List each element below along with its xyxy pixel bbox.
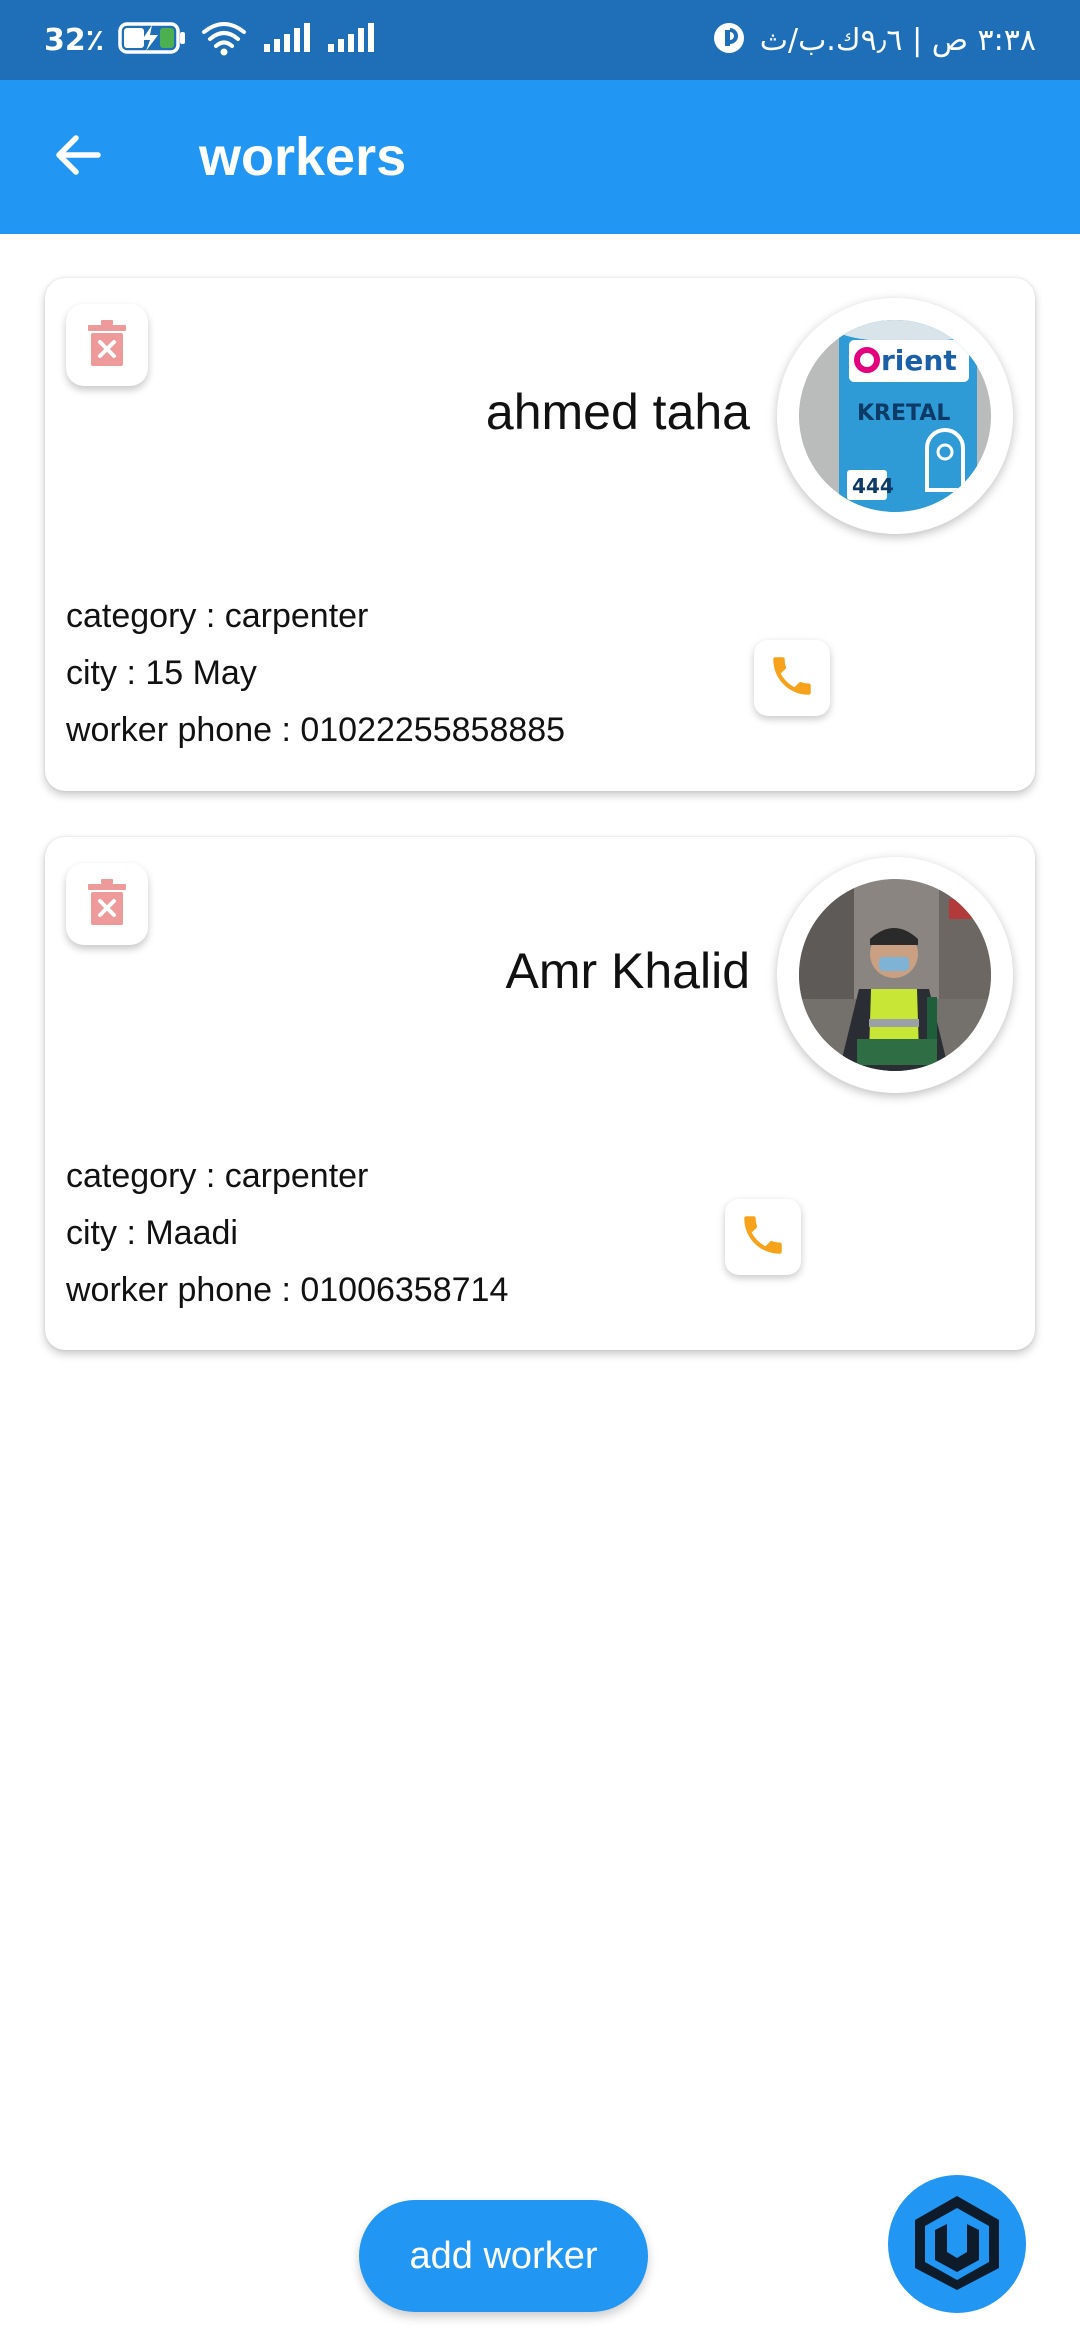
trash-icon xyxy=(87,878,127,931)
status-right: ٣:٣٨ ص | ٩٫٦ك.ب/ث xyxy=(712,0,1036,80)
worker-name: ahmed taha xyxy=(485,384,750,440)
app-bar: workers xyxy=(0,80,1080,234)
worker-info: category : carpenter city : Maadi worker… xyxy=(66,1148,508,1319)
back-button[interactable] xyxy=(44,123,112,191)
app-logo-button[interactable] xyxy=(888,2175,1026,2313)
worker-city: city : Maadi xyxy=(66,1214,238,1252)
page-title: workers xyxy=(199,127,407,187)
vpn-icon xyxy=(712,21,746,60)
worker-info: category : carpenter city : 15 May worke… xyxy=(66,588,565,759)
app-logo-icon xyxy=(905,2190,1009,2299)
avatar[interactable]: rient KRETAL 444 xyxy=(777,298,1013,534)
status-bar: 32٪ ٣:٣٨ ص | ٩٫٦ك.ب/ث xyxy=(0,0,1080,80)
battery-percent: 32٪ xyxy=(44,22,105,58)
wifi-icon xyxy=(200,20,248,61)
worker-card: ahmed taha rient KRETAL 444 category : c… xyxy=(45,278,1035,791)
worker-city: city : 15 May xyxy=(66,654,257,692)
worker-category: category : carpenter xyxy=(66,597,369,635)
battery-charging-icon xyxy=(118,21,186,60)
status-time: ٣:٣٨ ص | ٩٫٦ك.ب/ث xyxy=(759,22,1036,58)
phone-icon xyxy=(767,651,817,706)
add-worker-button[interactable]: add worker xyxy=(359,2200,648,2312)
trash-icon xyxy=(87,319,127,372)
signal-icon xyxy=(262,22,312,59)
arrow-back-icon xyxy=(52,129,104,186)
worker-name: Amr Khalid xyxy=(505,943,750,999)
svg-text:444: 444 xyxy=(852,474,894,498)
status-left: 32٪ xyxy=(44,0,376,80)
worker-phone: worker phone : 01022255858885 xyxy=(66,711,566,749)
svg-text:KRETAL: KRETAL xyxy=(857,401,950,426)
paint-can-photo: rient KRETAL 444 xyxy=(799,320,991,512)
street-worker-photo xyxy=(799,879,991,1071)
delete-worker-button[interactable] xyxy=(66,863,148,945)
phone-icon xyxy=(738,1210,788,1265)
worker-phone: worker phone : 01006358714 xyxy=(66,1271,509,1309)
worker-category: category : carpenter xyxy=(66,1157,369,1195)
call-worker-button[interactable] xyxy=(725,1199,801,1275)
worker-card: Amr Khalid category : carpenter city : M… xyxy=(45,837,1035,1350)
call-worker-button[interactable] xyxy=(754,640,830,716)
delete-worker-button[interactable] xyxy=(66,304,148,386)
svg-text:rient: rient xyxy=(881,344,957,377)
avatar[interactable] xyxy=(777,857,1013,1093)
signal-icon xyxy=(326,22,376,59)
